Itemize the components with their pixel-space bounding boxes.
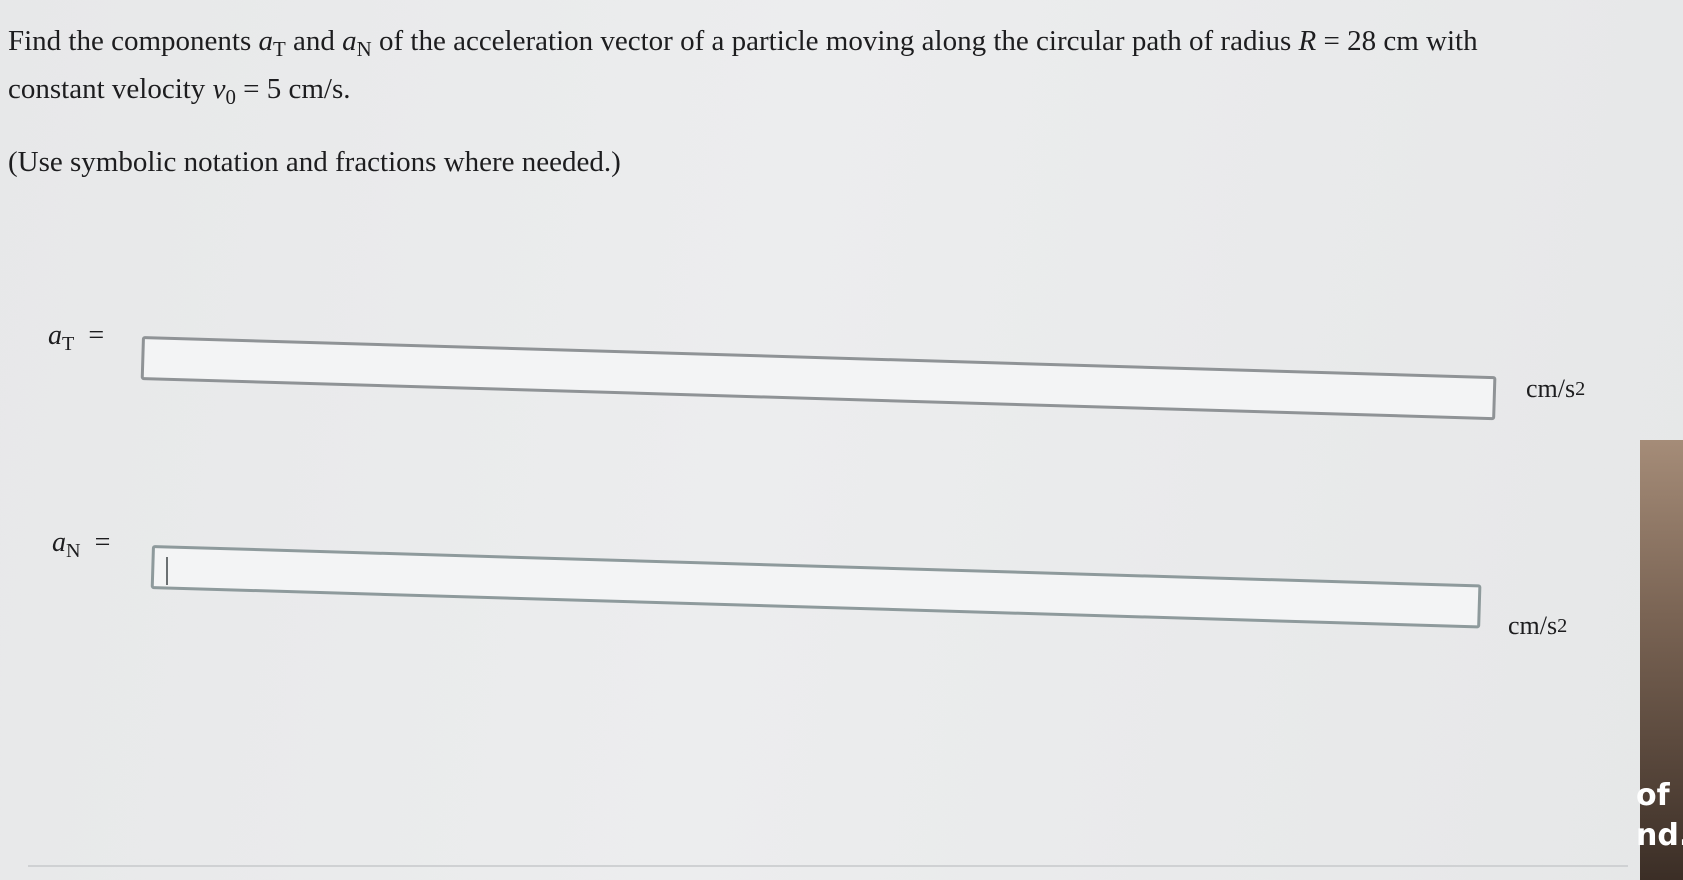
aN-symbol: aN	[342, 25, 372, 61]
text-caret	[166, 557, 168, 585]
aT-symbol: aT	[258, 25, 286, 61]
aT-input[interactable]	[140, 336, 1497, 421]
background-text-line-2: nd.	[1636, 818, 1683, 853]
velocity-value: = 5 cm/s.	[243, 73, 351, 105]
aT-unit: cm/s2	[1526, 374, 1586, 403]
question-conjunction: and	[293, 25, 335, 57]
question-panel: Find the components aT and aN of the acc…	[0, 0, 1683, 880]
question-body: of the acceleration vector of a particle…	[378, 25, 1292, 57]
velocity-intro: constant velocity	[8, 73, 206, 105]
question-intro: Find the components	[8, 25, 252, 57]
velocity-symbol: v0	[212, 73, 236, 109]
radius-symbol: R	[1298, 25, 1317, 57]
radius-value: = 28 cm with	[1323, 25, 1478, 57]
aN-label: aN =	[52, 527, 111, 562]
question-line-2: constant velocity v0 = 5 cm/s.	[8, 66, 1683, 114]
aT-label: aT =	[48, 320, 105, 355]
background-window-edge	[1640, 440, 1683, 880]
panel-bottom-divider	[28, 865, 1628, 867]
instruction-text: (Use symbolic notation and fractions whe…	[8, 146, 621, 178]
question-text: Find the components aT and aN of the acc…	[8, 18, 1683, 114]
question-line-1: Find the components aT and aN of the acc…	[8, 18, 1683, 66]
background-text-line-1: of	[1636, 778, 1670, 813]
aN-input[interactable]	[150, 545, 1482, 629]
answer-row-aT: aT = cm/s2	[0, 300, 1683, 421]
answer-row-aN: aN = cm/s2	[0, 505, 1683, 640]
aN-unit: cm/s2	[1508, 611, 1568, 640]
